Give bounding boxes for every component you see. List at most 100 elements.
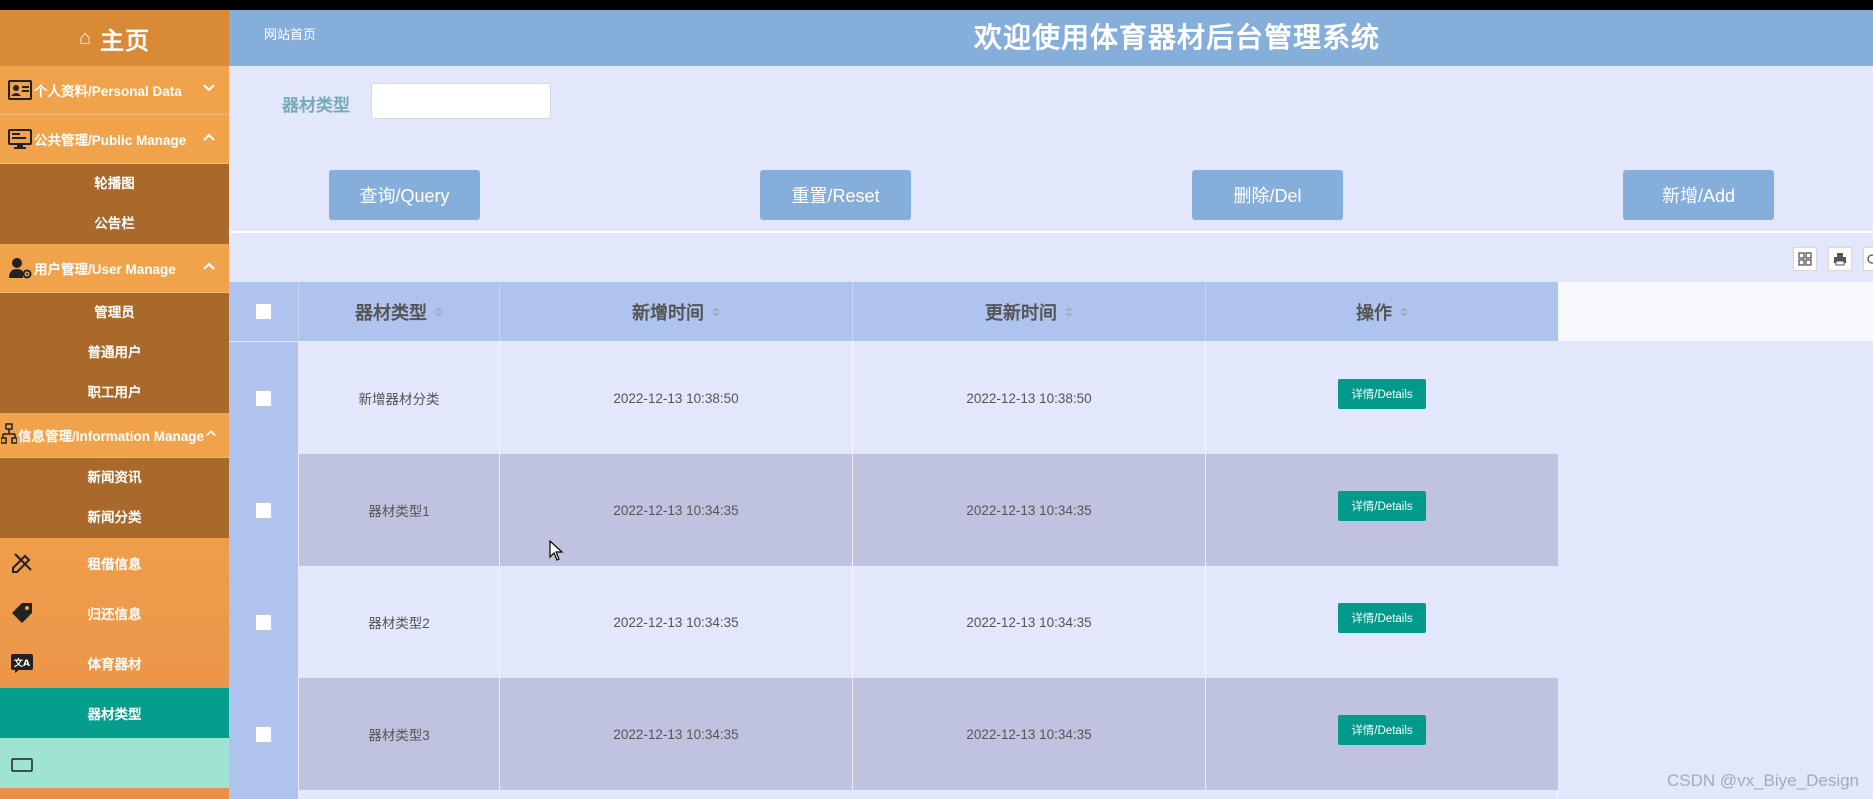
home-label: 主页 [100,27,151,55]
submenu-information-manage: 新闻资讯 新闻分类 [0,458,229,538]
cell-action: 详情/Details [1206,342,1558,454]
table-row[interactable]: 器材类型1 2022-12-13 10:34:35 2022-12-13 10:… [229,454,1558,567]
cell-action: 详情/Details [1206,566,1558,678]
menu-group-personal-data[interactable]: 个人资料/Personal Data [0,66,229,115]
equipment-type-search-input[interactable] [371,83,551,119]
sidebar-item-news[interactable]: 新闻资讯 [0,458,229,498]
menu-group-user-manage[interactable]: 用户管理/User Manage [0,244,229,293]
breadcrumb-home[interactable]: 网站首页 [264,24,316,43]
sidebar-item-notice-board[interactable]: 公告栏 [0,204,229,244]
chevron-up-icon [201,129,217,145]
table-row[interactable]: 器材类型2 2022-12-13 10:34:35 2022-12-13 10:… [229,566,1558,679]
column-header-label: 更新时间 [985,302,1057,323]
details-button[interactable]: 详情/Details [1338,603,1426,633]
sort-icon[interactable] [435,306,443,317]
cell-type: 器材类型3 [299,678,500,790]
row-select-cell [229,678,299,790]
details-button[interactable]: 详情/Details [1338,715,1426,745]
details-button[interactable]: 详情/Details [1338,491,1426,521]
watermark: CSDN @vx_Biye_Design [1666,771,1859,790]
row-checkbox[interactable] [255,501,272,519]
divider [229,231,1873,233]
column-header-type[interactable]: 器材类型 [299,282,500,341]
sort-icon[interactable] [1065,306,1073,317]
menu-group-information-manage[interactable]: 信息管理/Information Manage [0,413,229,458]
row-checkbox[interactable] [255,613,272,631]
home-icon: ⌂ [78,26,93,49]
cell-type: 器材类型1 [299,454,500,566]
chevron-down-icon [201,80,217,96]
delete-button[interactable]: 删除/Del [1192,170,1343,220]
details-button[interactable]: 详情/Details [1338,379,1426,409]
select-all-cell [229,282,299,341]
add-button[interactable]: 新增/Add [1623,170,1774,220]
sitemap-icon [0,423,18,447]
cell-created: 2022-12-13 10:34:35 [500,678,853,790]
export-icon[interactable] [1863,247,1873,271]
sidebar-item-partial[interactable] [0,738,229,788]
row-checkbox[interactable] [255,725,272,743]
sort-icon[interactable] [1400,306,1408,317]
sidebar-item-news-category[interactable]: 新闻分类 [0,498,229,538]
column-header-label: 新增时间 [632,302,704,323]
sidebar-item-rental-info[interactable]: 租借信息 [0,538,229,588]
cell-updated: 2022-12-13 10:38:50 [853,342,1206,454]
search-row: 器材类型 [229,66,1873,146]
menu-group-label: 公共管理/Public Manage [34,133,187,148]
mouse-cursor-icon [549,540,564,561]
sidebar-item-admin[interactable]: 管理员 [0,293,229,333]
user-card-icon [6,78,34,102]
row-select-cell [229,342,299,454]
print-icon[interactable] [1828,247,1852,271]
data-table: 器材类型 新增时间 更新时间 操作 新增器材分类 2022-12-13 10:3… [229,282,1873,799]
sidebar-item-equipment-type[interactable]: 器材类型 [0,688,229,738]
search-label: 器材类型 [282,96,350,115]
column-header-label: 器材类型 [355,302,427,323]
sidebar-item-return-info[interactable]: 归还信息 [0,588,229,638]
table-row[interactable]: 器材类型3 2022-12-13 10:34:35 2022-12-13 10:… [229,678,1558,791]
pencil-ruler-icon [8,550,36,576]
page-title: 欢迎使用体育器材后台管理系统 [974,22,1381,53]
cell-action: 详情/Details [1206,678,1558,790]
menu-group-label: 用户管理/User Manage [34,262,176,277]
column-header-label: 操作 [1356,302,1392,323]
menu-group-label: 个人资料/Personal Data [34,84,182,99]
sidebar-item-sports-equipment[interactable]: 文A 体育器材 [0,638,229,688]
sidebar-item-normal-user[interactable]: 普通用户 [0,333,229,373]
cell-created: 2022-12-13 10:34:35 [500,566,853,678]
table-header: 器材类型 新增时间 更新时间 操作 [229,282,1873,341]
table-row[interactable] [229,790,1558,799]
translate-icon: 文A [8,650,36,676]
cell-updated: 2022-12-13 10:34:35 [853,678,1206,790]
user-gear-icon [6,256,34,280]
header-bar: 网站首页 欢迎使用体育器材后台管理系统 [229,10,1873,66]
table-row[interactable]: 新增器材分类 2022-12-13 10:38:50 2022-12-13 10… [229,342,1558,455]
chevron-up-icon [203,425,219,441]
header-filler [1558,282,1873,341]
select-all-checkbox[interactable] [255,303,272,320]
column-header-action[interactable]: 操作 [1206,282,1558,341]
cell-type: 新增器材分类 [299,342,500,454]
query-button[interactable]: 查询/Query [329,170,480,220]
row-select-cell [229,566,299,678]
menu-group-public-manage[interactable]: 公共管理/Public Manage [0,115,229,164]
row-checkbox[interactable] [255,389,272,407]
home-link[interactable]: ⌂ 主页 [0,10,229,66]
sort-icon[interactable] [712,306,720,317]
column-header-updated[interactable]: 更新时间 [853,282,1206,341]
submenu-public-manage: 轮播图 公告栏 [0,164,229,244]
app-window: ⌂ 主页 个人资料/Personal Data 公共管理/Public Mana… [0,10,1873,799]
columns-toggle-icon[interactable] [1793,247,1817,271]
cell-updated: 2022-12-13 10:34:35 [853,566,1206,678]
column-header-created[interactable]: 新增时间 [500,282,853,341]
cell-type: 器材类型2 [299,566,500,678]
reset-button[interactable]: 重置/Reset [760,170,911,220]
sidebar-item-staff-user[interactable]: 职工用户 [0,373,229,413]
row-select-cell [229,790,299,799]
cell-action: 详情/Details [1206,454,1558,566]
menu-group-label: 信息管理/Information Manage [18,429,205,444]
cell-created: 2022-12-13 10:38:50 [500,342,853,454]
sidebar-item-carousel[interactable]: 轮播图 [0,164,229,204]
svg-text:文A: 文A [13,657,30,669]
sidebar-item-label: 器材类型 [87,707,142,722]
